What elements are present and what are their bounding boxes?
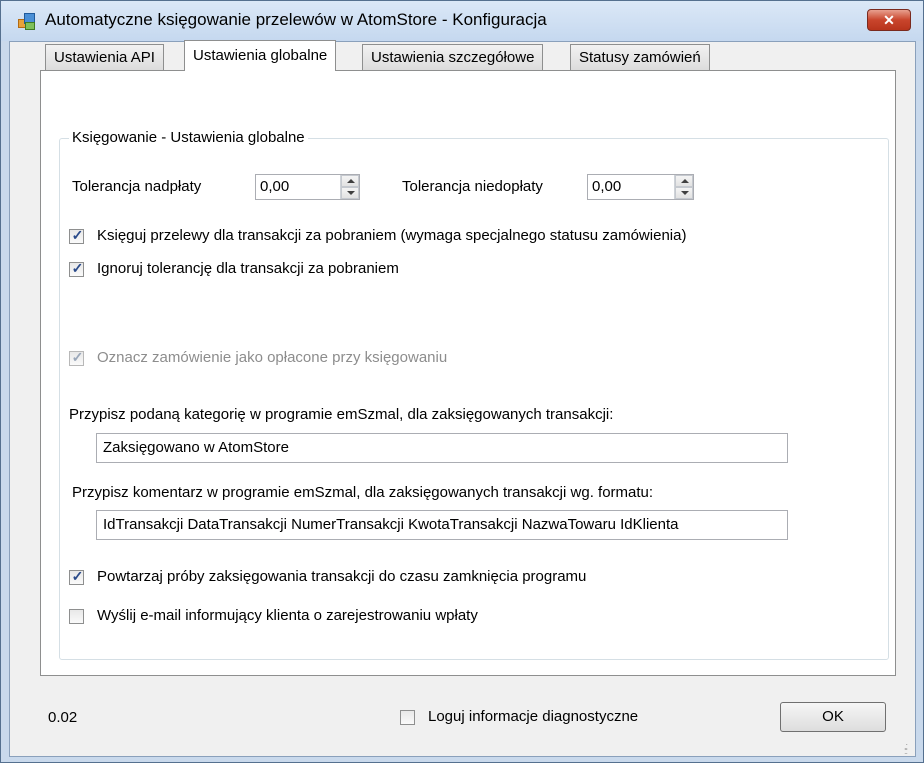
tab-label: Ustawienia API: [54, 49, 155, 66]
group-box-legend: Księgowanie - Ustawienia globalne: [69, 129, 308, 146]
close-button[interactable]: ✕: [867, 9, 911, 31]
spin-up-button[interactable]: [341, 175, 359, 187]
retry-booking-checkbox[interactable]: ✓: [69, 568, 84, 585]
diagnostic-log-checkbox[interactable]: [400, 710, 415, 725]
spin-down-button[interactable]: [675, 187, 693, 199]
cod-booking-label[interactable]: Księguj przelewy dla transakcji za pobra…: [97, 227, 686, 244]
cod-booking-checkbox[interactable]: ✓: [69, 227, 84, 244]
window-title: Automatyczne księgowanie przelewów w Ato…: [45, 10, 547, 29]
mark-paid-label: Oznacz zamówienie jako opłacone przy ksi…: [97, 349, 448, 366]
category-label: Przypisz podaną kategorię w programie em…: [69, 406, 614, 423]
overpay-tolerance-spinner[interactable]: 0,00: [255, 174, 360, 200]
underpay-tolerance-spinner[interactable]: 0,00: [587, 174, 694, 200]
comment-format-input[interactable]: IdTransakcji DataTransakcji NumerTransak…: [96, 510, 788, 540]
spin-up-button[interactable]: [675, 175, 693, 187]
arrow-up-icon: [681, 179, 689, 183]
close-icon: ✕: [883, 12, 895, 28]
tab-ustawienia-globalne[interactable]: Ustawienia globalne: [184, 40, 337, 71]
tab-ustawienia-api[interactable]: Ustawienia API: [45, 44, 164, 70]
send-email-checkbox[interactable]: [69, 609, 84, 624]
resize-grip-icon[interactable]: .:::: [904, 742, 914, 756]
comment-format-label: Przypisz komentarz w programie emSzmal, …: [72, 484, 654, 501]
diagnostic-log-label[interactable]: Loguj informacje diagnostyczne: [428, 708, 638, 725]
version-label: 0.02: [48, 709, 78, 726]
arrow-down-icon: [347, 191, 355, 195]
arrow-up-icon: [347, 179, 355, 183]
ignore-tolerance-label[interactable]: Ignoruj tolerancję dla transakcji za pob…: [97, 260, 399, 277]
spin-down-button[interactable]: [341, 187, 359, 199]
tab-label: Ustawienia globalne: [193, 47, 328, 64]
underpay-tolerance-label: Tolerancja niedopłaty: [402, 178, 543, 195]
overpay-tolerance-label: Tolerancja nadpłaty: [72, 178, 202, 195]
tab-label: Ustawienia szczegółowe: [371, 49, 535, 66]
title-bar[interactable]: Automatyczne księgowanie przelewów w Ato…: [1, 1, 923, 41]
category-input[interactable]: Zaksięgowano w AtomStore: [96, 433, 788, 463]
send-email-label[interactable]: Wyślij e-mail informujący klienta o zare…: [97, 607, 478, 624]
mark-paid-checkbox: ✓: [69, 349, 84, 366]
checkmark-icon: ✓: [71, 260, 84, 276]
app-icon: [18, 13, 36, 30]
arrow-down-icon: [681, 191, 689, 195]
underpay-tolerance-value: 0,00: [592, 178, 622, 195]
tab-statusy-zamowien[interactable]: Statusy zamówień: [570, 44, 710, 70]
overpay-tolerance-value: 0,00: [260, 178, 290, 195]
ignore-tolerance-checkbox[interactable]: ✓: [69, 260, 84, 277]
tab-label: Statusy zamówień: [579, 49, 701, 66]
tab-ustawienia-szczegolowe[interactable]: Ustawienia szczegółowe: [362, 44, 544, 70]
checkmark-icon: ✓: [71, 227, 84, 243]
checkmark-icon: ✓: [71, 568, 84, 584]
ok-button[interactable]: OK: [780, 702, 886, 732]
retry-booking-label[interactable]: Powtarzaj próby zaksięgowania transakcji…: [97, 568, 586, 585]
checkmark-icon: ✓: [71, 349, 84, 365]
